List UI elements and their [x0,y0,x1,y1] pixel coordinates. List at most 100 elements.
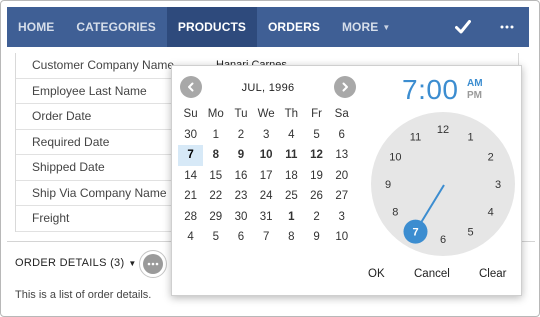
clock-hour-12[interactable]: 12 [437,124,449,136]
calendar-day[interactable]: 1 [279,207,304,228]
calendar-day[interactable]: 23 [228,186,253,207]
ampm-selector: AM PM [467,78,483,102]
order-details-toggle[interactable]: ORDER DETAILS (3) ▼ [15,257,137,269]
cancel-button[interactable]: Cancel [414,268,450,280]
clock-hour-4[interactable]: 4 [488,207,494,219]
clock-hour-10[interactable]: 10 [389,152,401,164]
nav-more[interactable]: MORE ▼ [331,7,401,47]
calendar-day[interactable]: 25 [279,186,304,207]
field-label: Customer Company Name [32,58,175,73]
clock-hour-11[interactable]: 11 [410,131,421,143]
calendar-week-row: 30 1 2 3 4 5 6 [178,125,354,146]
calendar-month-title[interactable]: JUL, 1996 [180,82,356,94]
calendar-day[interactable]: 16 [228,166,253,187]
calendar-day[interactable]: 9 [228,145,253,166]
calendar-day[interactable]: 3 [329,207,354,228]
ok-button[interactable]: OK [368,268,385,280]
calendar-day[interactable]: 8 [279,227,304,248]
weekday-label: Tu [234,108,248,121]
calendar-day[interactable]: 2 [228,125,253,146]
nav-categories-label: CATEGORIES [76,20,156,34]
calendar-day[interactable]: 6 [228,227,253,248]
clock-hour-1[interactable]: 1 [467,131,473,143]
calendar-day[interactable]: 26 [304,186,329,207]
calendar-day[interactable]: 11 [279,145,304,166]
clock-svg: 121234567891011 [371,112,515,256]
weekday-label: Mo [207,108,224,121]
calendar-day[interactable]: 22 [203,186,228,207]
clock-hour-6[interactable]: 6 [440,234,446,246]
calendar-day[interactable]: 7 [254,227,279,248]
picker-actions: OK Cancel Clear [172,262,523,292]
clock-hour-7[interactable]: 7 [412,227,418,239]
clock-face[interactable]: 12 1 2 3 4 5 6 7 8 9 10 11 [371,112,515,256]
calendar-day[interactable]: 18 [279,166,304,187]
weekday-label: Th [284,108,299,121]
top-navbar: HOME CATEGORIES PRODUCTS ORDERS MORE ▼ [7,7,529,47]
clock-hour-8[interactable]: 8 [392,207,398,219]
calendar-day[interactable]: 30 [228,207,253,228]
nav-orders[interactable]: ORDERS [257,7,331,47]
calendar-day[interactable]: 10 [254,145,279,166]
field-label: Ship Via Company Name [32,185,167,200]
prev-month-button[interactable] [180,76,202,98]
nav-categories[interactable]: CATEGORIES [65,7,166,47]
calendar-day[interactable]: 14 [178,166,203,187]
check-icon[interactable] [441,7,485,47]
calendar-day[interactable]: 29 [203,207,228,228]
weekday-label: We [257,108,275,121]
chevron-left-icon [188,82,194,92]
time-display[interactable]: 7:00 [402,74,459,106]
calendar-day[interactable]: 9 [304,227,329,248]
calendar-day[interactable]: 2 [304,207,329,228]
calendar-day[interactable]: 7 [178,145,204,166]
calendar-day[interactable]: 30 [178,125,203,146]
calendar-day[interactable]: 31 [254,207,279,228]
calendar-day[interactable]: 6 [329,125,354,146]
pm-toggle[interactable]: PM [467,90,483,102]
clock-hour-5[interactable]: 5 [467,227,473,239]
nav-more-label: MORE [341,20,379,34]
calendar-day[interactable]: 10 [329,227,354,248]
calendar-day[interactable]: 15 [203,166,228,187]
calendar-day[interactable]: 12 [304,145,329,166]
calendar-day[interactable]: 21 [178,186,203,207]
calendar-day[interactable]: 13 [329,145,354,166]
calendar-day[interactable]: 28 [178,207,203,228]
calendar-day[interactable]: 5 [203,227,228,248]
clock-hour-3[interactable]: 3 [495,179,501,191]
calendar-day[interactable]: 4 [279,125,304,146]
clear-button[interactable]: Clear [479,268,506,280]
app-window: HOME CATEGORIES PRODUCTS ORDERS MORE ▼ Cu… [0,0,540,317]
weekday-header-row: Su Mo Tu We Th Fr Sa [178,104,354,125]
nav-products[interactable]: PRODUCTS [166,7,257,47]
calendar-header: JUL, 1996 [180,74,358,100]
details-more-button[interactable] [139,250,167,278]
nav-orders-label: ORDERS [268,20,320,34]
nav-products-label: PRODUCTS [177,20,246,34]
weekday-label: Sa [334,108,349,121]
calendar-day[interactable]: 1 [203,125,228,146]
calendar-day[interactable]: 27 [329,186,354,207]
calendar-day[interactable]: 17 [254,166,279,187]
calendar-day[interactable]: 8 [203,145,228,166]
more-horizontal-icon [143,254,163,274]
nav-home[interactable]: HOME [7,7,65,47]
calendar-day[interactable]: 4 [178,227,203,248]
weekday-label: Fr [311,108,322,121]
calendar-week-row: 4 5 6 7 8 9 10 [178,227,354,248]
calendar-day[interactable]: 24 [254,186,279,207]
calendar-day[interactable]: 5 [304,125,329,146]
field-label: Shipped Date [32,160,105,175]
calendar-day[interactable]: 19 [304,166,329,187]
more-horizontal-icon[interactable] [485,7,529,47]
am-toggle[interactable]: AM [467,78,483,90]
calendar-week-row: 14 15 16 17 18 19 20 [178,166,354,187]
weekday-label: Su [183,108,198,121]
calendar-day[interactable]: 20 [329,166,354,187]
next-month-button[interactable] [334,76,356,98]
clock-hour-9[interactable]: 9 [385,179,391,191]
calendar-day[interactable]: 3 [254,125,279,146]
clock-hour-2[interactable]: 2 [488,152,494,164]
